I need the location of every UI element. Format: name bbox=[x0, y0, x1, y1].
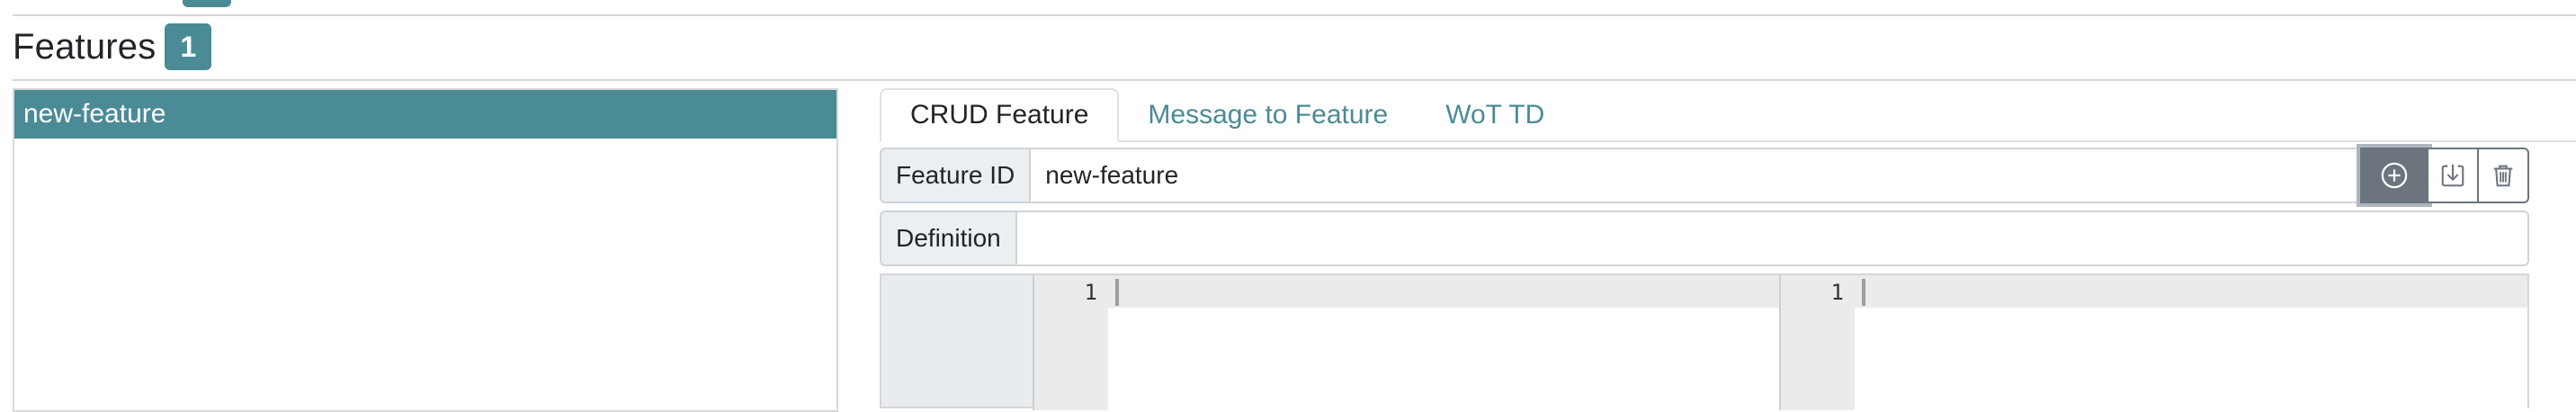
features-heading: Features 1 bbox=[13, 20, 212, 74]
features-title: Features bbox=[13, 26, 157, 67]
feature-list-item[interactable]: new-feature bbox=[14, 90, 836, 139]
trash-icon bbox=[2493, 165, 2513, 187]
definition-label: Definition bbox=[880, 210, 1015, 266]
definition-row: Definition bbox=[880, 210, 2529, 266]
line-number: 1 bbox=[1084, 280, 1097, 305]
definition-input[interactable] bbox=[1015, 210, 2529, 266]
properties-editor[interactable]: 1 bbox=[1033, 275, 1779, 410]
download-icon bbox=[2441, 164, 2464, 187]
feature-tabs: CRUD Feature Message to Feature WoT TD bbox=[880, 88, 2576, 142]
tab-crud-feature[interactable]: CRUD Feature bbox=[880, 88, 1120, 142]
active-line bbox=[1106, 275, 1779, 308]
create-feature-button[interactable] bbox=[2357, 144, 2432, 207]
previous-section-badge bbox=[183, 0, 231, 7]
feature-id-label: Feature ID bbox=[880, 148, 1030, 203]
feature-id-row: Feature ID bbox=[880, 144, 2529, 207]
desired-properties-editor[interactable]: 1 bbox=[1779, 275, 2527, 410]
features-count-badge: 1 bbox=[165, 23, 212, 70]
feature-list: new-feature bbox=[13, 88, 838, 412]
tab-wot-td[interactable]: WoT TD bbox=[1417, 90, 1573, 140]
top-divider bbox=[13, 14, 2576, 16]
text-cursor bbox=[1862, 279, 1865, 306]
feature-id-input[interactable] bbox=[1029, 148, 2360, 203]
plus-circle-icon bbox=[2381, 162, 2408, 189]
features-divider bbox=[13, 79, 2576, 81]
tab-message-to-feature[interactable]: Message to Feature bbox=[1119, 90, 1417, 140]
feature-actions bbox=[2357, 144, 2529, 207]
feature-editor: 1 1 bbox=[880, 273, 2529, 410]
editor-gutter: 1 bbox=[1779, 275, 1855, 410]
delete-feature-button[interactable] bbox=[2479, 148, 2529, 203]
text-cursor bbox=[1115, 279, 1119, 306]
active-line bbox=[1853, 275, 2527, 308]
line-number: 1 bbox=[1830, 280, 1844, 305]
editor-gutter: 1 bbox=[1033, 275, 1108, 410]
update-feature-button[interactable] bbox=[2428, 148, 2479, 203]
